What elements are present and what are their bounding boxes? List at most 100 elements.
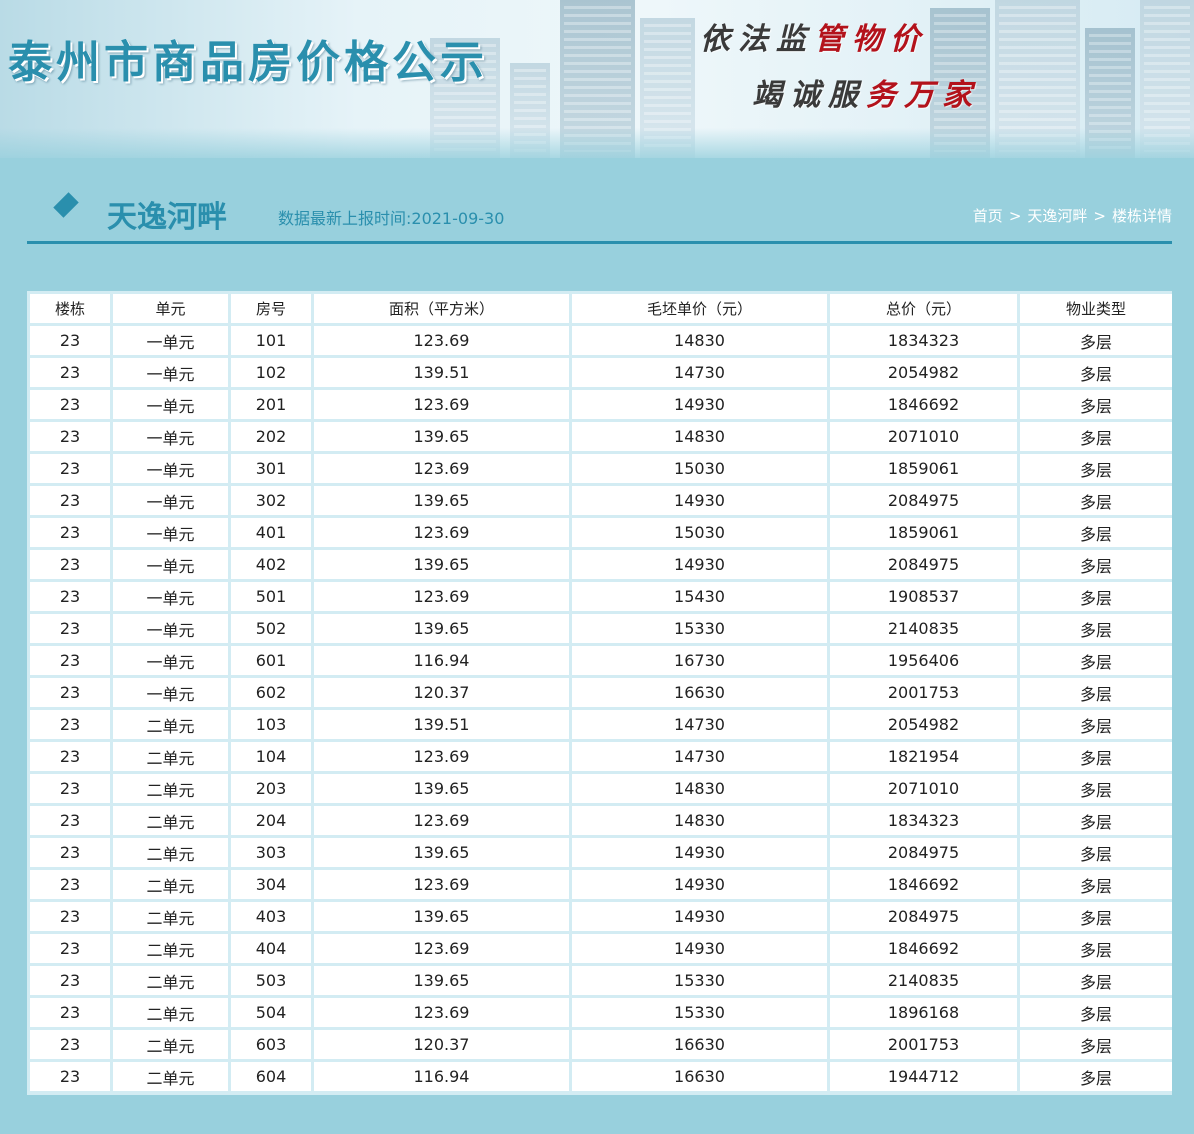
breadcrumb-home-link[interactable]: 首页: [973, 207, 1003, 225]
property-type-cell: 多层: [1020, 646, 1172, 675]
unit-cell: 二单元: [113, 998, 228, 1027]
table-row: 23 一单元 202 139.65 14830 2071010 多层: [30, 422, 1172, 451]
total-price-cell: 2001753: [830, 678, 1017, 707]
property-type-cell: 多层: [1020, 1062, 1172, 1091]
table-row: 23 二单元 604 116.94 16630 1944712 多层: [30, 1062, 1172, 1091]
room-cell: 301: [231, 454, 311, 483]
unit-price-cell: 15430: [572, 582, 827, 611]
total-price-cell: 1944712: [830, 1062, 1017, 1091]
breadcrumb-separator: >: [1008, 207, 1022, 225]
building-cell: 23: [30, 518, 110, 547]
total-price-cell: 1956406: [830, 646, 1017, 675]
area-cell: 139.65: [314, 550, 569, 579]
property-type-cell: 多层: [1020, 838, 1172, 867]
total-price-cell: 1846692: [830, 870, 1017, 899]
area-cell: 123.69: [314, 998, 569, 1027]
building-cell: 23: [30, 966, 110, 995]
property-type-cell: 多层: [1020, 486, 1172, 515]
table-row: 23 一单元 501 123.69 15430 1908537 多层: [30, 582, 1172, 611]
building-cell: 23: [30, 550, 110, 579]
property-type-cell: 多层: [1020, 902, 1172, 931]
room-cell: 102: [231, 358, 311, 387]
header-banner: 泰州市商品房价格公示 依法监管物价 竭诚服务万家: [0, 0, 1194, 158]
unit-cell: 二单元: [113, 1030, 228, 1059]
property-type-cell: 多层: [1020, 518, 1172, 547]
breadcrumb: 首页 > 天逸河畔 > 楼栋详情: [973, 205, 1172, 226]
breadcrumb-current: 楼栋详情: [1111, 207, 1172, 225]
building-cell: 23: [30, 582, 110, 611]
breadcrumb-project-link[interactable]: 天逸河畔: [1027, 207, 1087, 225]
area-cell: 139.65: [314, 902, 569, 931]
area-cell: 139.65: [314, 614, 569, 643]
total-price-cell: 2084975: [830, 902, 1017, 931]
project-title: 天逸河畔: [107, 200, 227, 235]
unit-price-cell: 14730: [572, 742, 827, 771]
room-cell: 103: [231, 710, 311, 739]
total-price-cell: 2084975: [830, 550, 1017, 579]
building-cell: 23: [30, 326, 110, 355]
area-cell: 139.65: [314, 486, 569, 515]
total-price-cell: 1821954: [830, 742, 1017, 771]
building-cell: 23: [30, 614, 110, 643]
table-row: 23 二单元 103 139.51 14730 2054982 多层: [30, 710, 1172, 739]
slogan-line-1-part-a: 依法监: [700, 22, 814, 57]
unit-cell: 一单元: [113, 390, 228, 419]
slogan-line-2-part-a: 竭诚服: [752, 78, 866, 113]
table-row: 23 二单元 203 139.65 14830 2071010 多层: [30, 774, 1172, 803]
building-cell: 23: [30, 358, 110, 387]
area-cell: 139.65: [314, 774, 569, 803]
unit-price-cell: 14830: [572, 326, 827, 355]
unit-price-cell: 14830: [572, 422, 827, 451]
breadcrumb-separator: >: [1093, 207, 1106, 225]
property-type-cell: 多层: [1020, 998, 1172, 1027]
unit-price-cell: 15030: [572, 518, 827, 547]
total-price-cell: 2084975: [830, 486, 1017, 515]
table-row: 23 一单元 302 139.65 14930 2084975 多层: [30, 486, 1172, 515]
price-table-container: 楼栋 单元 房号 面积（平方米） 毛坯单价（元） 总价（元） 物业类型 23 一单…: [27, 291, 1172, 1095]
room-cell: 602: [231, 678, 311, 707]
unit-price-cell: 14930: [572, 390, 827, 419]
area-cell: 139.51: [314, 358, 569, 387]
table-row: 23 二单元 104 123.69 14730 1821954 多层: [30, 742, 1172, 771]
unit-cell: 二单元: [113, 870, 228, 899]
room-cell: 604: [231, 1062, 311, 1091]
area-cell: 139.65: [314, 838, 569, 867]
unit-price-cell: 14730: [572, 710, 827, 739]
property-type-cell: 多层: [1020, 390, 1172, 419]
total-price-cell: 2071010: [830, 422, 1017, 451]
diamond-icon: [53, 192, 79, 218]
unit-cell: 二单元: [113, 710, 228, 739]
unit-price-cell: 14730: [572, 358, 827, 387]
table-row: 23 一单元 601 116.94 16730 1956406 多层: [30, 646, 1172, 675]
unit-cell: 一单元: [113, 422, 228, 451]
property-type-cell: 多层: [1020, 710, 1172, 739]
building-cell: 23: [30, 710, 110, 739]
area-cell: 123.69: [314, 870, 569, 899]
total-price-cell: 1908537: [830, 582, 1017, 611]
price-table: 楼栋 单元 房号 面积（平方米） 毛坯单价（元） 总价（元） 物业类型 23 一单…: [27, 291, 1175, 1094]
unit-price-cell: 16630: [572, 1030, 827, 1059]
unit-price-cell: 16730: [572, 646, 827, 675]
unit-cell: 二单元: [113, 806, 228, 835]
room-cell: 202: [231, 422, 311, 451]
unit-price-cell: 14930: [572, 934, 827, 963]
property-type-cell: 多层: [1020, 358, 1172, 387]
unit-cell: 二单元: [113, 934, 228, 963]
total-price-cell: 1896168: [830, 998, 1017, 1027]
room-cell: 403: [231, 902, 311, 931]
property-type-cell: 多层: [1020, 742, 1172, 771]
unit-price-cell: 14930: [572, 550, 827, 579]
table-row: 23 二单元 503 139.65 15330 2140835 多层: [30, 966, 1172, 995]
total-price-cell: 1846692: [830, 934, 1017, 963]
total-price-cell: 2054982: [830, 710, 1017, 739]
building-cell: 23: [30, 742, 110, 771]
room-cell: 203: [231, 774, 311, 803]
building-cell: 23: [30, 422, 110, 451]
table-row: 23 一单元 301 123.69 15030 1859061 多层: [30, 454, 1172, 483]
site-title: 泰州市商品房价格公示: [8, 37, 488, 88]
table-row: 23 二单元 603 120.37 16630 2001753 多层: [30, 1030, 1172, 1059]
slogan-line-2-part-b: 务万家: [866, 78, 980, 113]
area-cell: 123.69: [314, 326, 569, 355]
property-type-cell: 多层: [1020, 966, 1172, 995]
total-price-cell: 2140835: [830, 614, 1017, 643]
